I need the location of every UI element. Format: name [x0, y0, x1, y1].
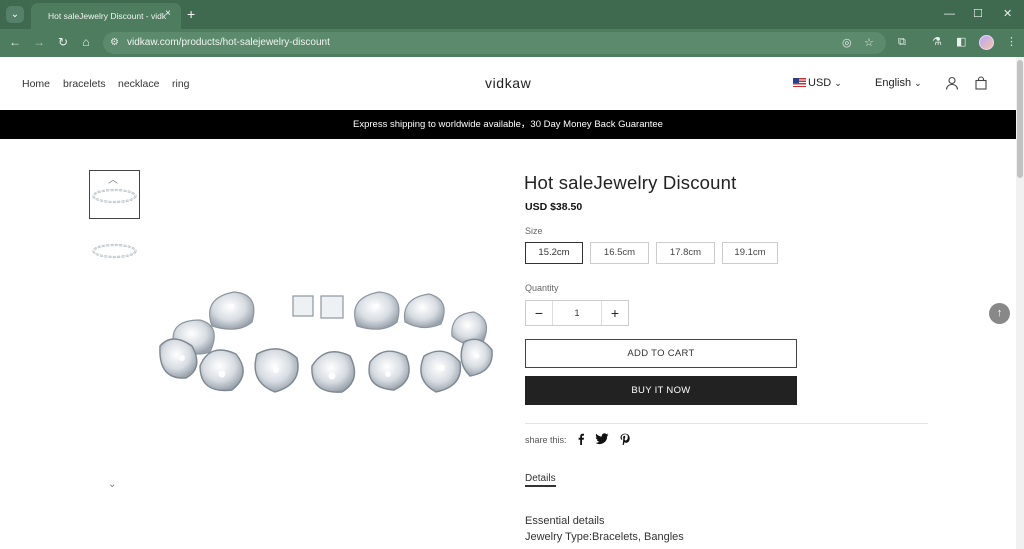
announcement-bar: Express shipping to worldwide available，… [0, 110, 1016, 139]
bracelet-thumbnail-image [92, 243, 137, 259]
scrollbar-thumb[interactable] [1017, 60, 1023, 178]
back-to-top-arrow-icon[interactable]: ↑ [989, 303, 1010, 324]
facebook-icon[interactable] [575, 433, 587, 445]
store-header: Home bracelets necklace ring vidkaw USD … [0, 57, 1016, 109]
add-to-cart-button[interactable]: ADD TO CART [525, 339, 797, 368]
size-option[interactable]: 16.5cm [590, 242, 649, 264]
chevron-down-icon: ⌄ [914, 78, 922, 88]
home-icon[interactable]: ⌂ [79, 35, 93, 50]
tab-search-chevron-icon[interactable]: ⌄ [6, 6, 24, 23]
tab-details[interactable]: Details [525, 473, 556, 484]
maximize-icon[interactable]: ☐ [973, 7, 983, 21]
buy-it-now-button[interactable]: BUY IT NOW [525, 376, 797, 405]
quantity-label: Quantity [525, 283, 559, 293]
tab-close-icon[interactable]: × [165, 9, 171, 19]
address-bar[interactable]: ⚙ vidkaw.com/products/hot-salejewelry-di… [103, 32, 886, 54]
nav-home[interactable]: Home [22, 78, 50, 90]
description-line: Jewelry Type:Bracelets, Bangles [525, 531, 684, 543]
bookmark-star-icon[interactable]: ☆ [864, 36, 874, 50]
new-tab-plus-icon[interactable]: + [187, 6, 195, 22]
forward-arrow-icon[interactable]: → [32, 35, 46, 50]
language-label: English [875, 77, 912, 89]
reload-icon[interactable]: ↻ [56, 35, 70, 50]
product-main-image [159, 291, 493, 393]
account-user-icon[interactable] [945, 76, 959, 90]
labs-flask-icon[interactable]: ⚗ [932, 35, 942, 50]
url-text: vidkaw.com/products/hot-salejewelry-disc… [127, 37, 330, 48]
profile-avatar[interactable] [979, 35, 994, 50]
divider [525, 423, 928, 424]
back-arrow-icon[interactable]: ← [8, 35, 22, 50]
currency-label: USD [808, 77, 832, 89]
size-label: Size [525, 226, 543, 236]
plus-icon[interactable]: + [602, 301, 628, 325]
thumbnail-2[interactable] [89, 226, 140, 275]
shopping-bag-icon[interactable] [974, 76, 988, 90]
extensions-icon[interactable]: ⧉ [898, 35, 906, 50]
chevron-down-icon: ⌄ [834, 78, 842, 88]
store-logo[interactable]: vidkaw [485, 75, 531, 91]
bracelet-thumbnail-image [92, 188, 137, 204]
pinterest-icon[interactable] [619, 433, 631, 445]
browser-tab-bar: ⌄ Hot saleJewelry Discount - vidk × + — … [0, 0, 1024, 29]
nav-ring[interactable]: ring [172, 78, 190, 90]
language-selector[interactable]: English ⌄ [875, 77, 922, 89]
nav-bracelets[interactable]: bracelets [63, 78, 106, 90]
minimize-icon[interactable]: — [944, 7, 955, 21]
size-option[interactable]: 15.2cm [525, 242, 583, 264]
eye-slash-icon[interactable]: ◎ [842, 36, 852, 50]
browser-tab[interactable]: Hot saleJewelry Discount - vidk [31, 3, 181, 29]
browser-menu-icon[interactable]: ⋮ [1006, 35, 1017, 50]
nav-necklace[interactable]: necklace [118, 78, 159, 90]
product-price: USD $38.50 [525, 201, 583, 213]
description-heading: Essential details [525, 515, 605, 527]
thumbnail-1[interactable] [89, 170, 140, 219]
quantity-stepper: − 1 + [525, 300, 629, 326]
active-tab-underline [525, 485, 556, 487]
site-settings-icon[interactable]: ⚙ [110, 36, 119, 50]
tab-title: Hot saleJewelry Discount - vidk [48, 11, 167, 21]
quantity-input[interactable]: 1 [552, 301, 602, 325]
minus-icon[interactable]: − [526, 301, 552, 325]
twitter-icon[interactable] [595, 433, 609, 445]
size-option[interactable]: 17.8cm [656, 242, 715, 264]
side-panel-icon[interactable]: ◧ [956, 35, 966, 50]
product-title: Hot saleJewelry Discount [524, 172, 737, 193]
currency-selector[interactable]: USD ⌄ [793, 77, 842, 89]
window-close-icon[interactable]: ✕ [1003, 7, 1012, 21]
thumb-down-arrow-icon[interactable]: ⌄ [108, 480, 116, 490]
us-flag-icon [793, 78, 806, 87]
size-option[interactable]: 19.1cm [722, 242, 778, 264]
share-label: share this: [525, 435, 567, 445]
browser-toolbar: ← → ↻ ⌂ ⚙ vidkaw.com/products/hot-saleje… [0, 29, 1024, 57]
